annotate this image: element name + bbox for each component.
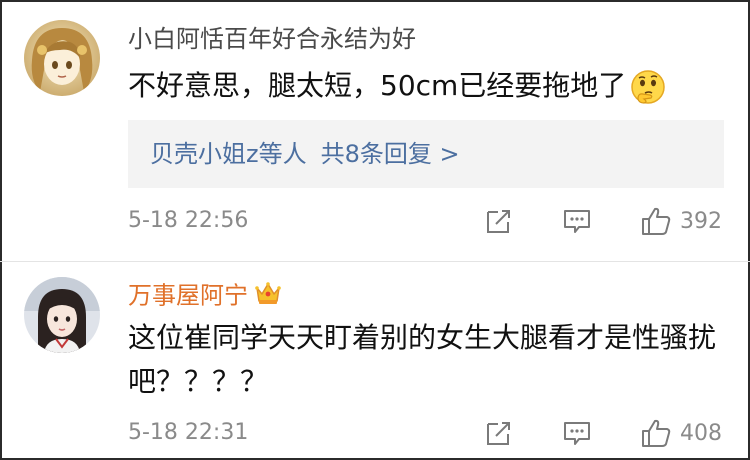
like-button[interactable]: 392: [640, 204, 722, 238]
comment-actions: 392: [484, 204, 734, 238]
comment-text-content: 不好意思，腿太短，50cm已经要拖地了: [128, 69, 627, 102]
comment-actions: 408: [484, 416, 734, 450]
replies-panel[interactable]: 贝壳小姐z等人 共8条回复 >: [128, 120, 724, 188]
thumbs-up-icon: [640, 205, 672, 237]
comment-bubble-icon: [562, 206, 592, 236]
share-icon: [484, 206, 514, 236]
timestamp: 5-18 22:31: [128, 420, 249, 445]
like-count: 392: [680, 208, 722, 234]
comment-bubble-icon: [562, 418, 592, 448]
share-button[interactable]: [484, 416, 514, 450]
comment-text: 这位崔同学天天盯着别的女生大腿看才是性骚扰吧？？？？: [128, 321, 717, 398]
username[interactable]: 万事屋阿宁: [128, 280, 282, 313]
crown-icon: [254, 280, 282, 313]
avatar[interactable]: [24, 277, 100, 353]
timestamp: 5-18 22:56: [128, 208, 249, 233]
thumbs-up-icon: [640, 417, 672, 449]
username-text[interactable]: 万事屋阿宁: [128, 282, 248, 310]
share-button[interactable]: [484, 204, 514, 238]
reply-button[interactable]: [562, 416, 592, 450]
reply-button[interactable]: [562, 204, 592, 238]
thinking-face-emoji: [630, 69, 666, 105]
reply-count[interactable]: 共8条回复 >: [321, 140, 460, 168]
avatar[interactable]: [24, 20, 100, 96]
comment-text: 不好意思，腿太短，50cm已经要拖地了: [128, 64, 718, 108]
like-count: 408: [680, 420, 722, 446]
share-icon: [484, 418, 514, 448]
reply-users[interactable]: 贝壳小姐z等人: [150, 140, 307, 168]
comment-item: 小白阿恬百年好合永结为好 不好意思，腿太短，50cm已经要拖地了 贝壳小姐z等人…: [0, 0, 750, 262]
replies-link[interactable]: 贝壳小姐z等人 共8条回复 >: [150, 138, 460, 170]
comment-item: 万事屋阿宁 这位崔同学天天盯着别的女生大腿看才是性骚扰吧？？？？ 5-18 22…: [0, 262, 750, 460]
like-button[interactable]: 408: [640, 416, 722, 450]
username[interactable]: 小白阿恬百年好合永结为好: [128, 24, 416, 54]
